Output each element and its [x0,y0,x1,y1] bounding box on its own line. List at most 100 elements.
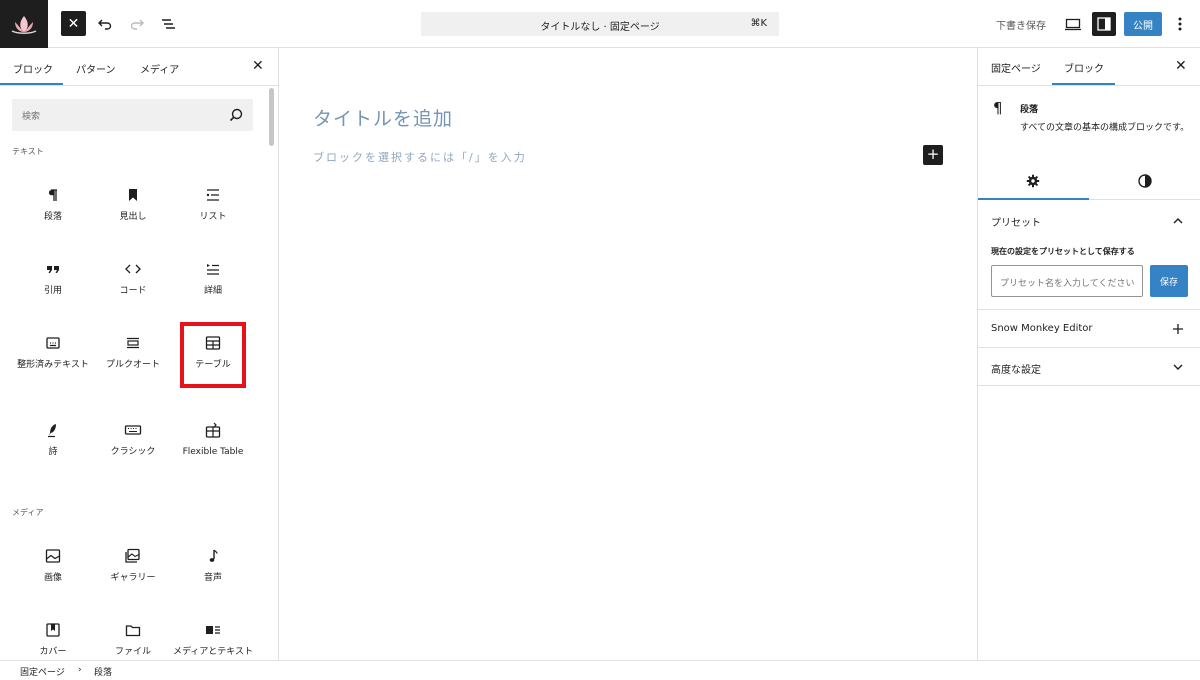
image-icon [45,549,61,563]
document-overview-button[interactable] [154,10,182,38]
block-paragraph[interactable]: 段落 [13,185,93,224]
verse-icon [48,424,56,438]
search-icon [229,108,243,122]
category-media-heading: メディア [12,508,44,517]
breadcrumb: 固定ページ › 段落 [0,660,1200,680]
preformatted-icon [46,337,60,349]
lotus-logo-icon [11,16,37,34]
folder-icon [125,625,141,637]
preset-save-button[interactable]: 保存 [1150,265,1188,297]
command-palette-bar[interactable]: タイトルなし · 固定ページ ⌘K [421,12,779,36]
snow-monkey-panel[interactable]: Snow Monkey Editor [978,310,1200,348]
undo-button[interactable] [91,10,119,38]
block-gallery[interactable]: ギャラリー [93,546,173,585]
list-icon [206,189,219,201]
block-cover[interactable]: カバー [13,620,93,659]
table-block-highlight [180,322,246,388]
document-title: タイトルなし · 固定ページ [540,22,660,33]
publish-button[interactable]: 公開 [1124,12,1162,36]
options-menu-button[interactable] [1172,14,1188,34]
audio-icon [209,549,218,562]
chevron-up-icon[interactable] [1171,214,1185,228]
block-flexible-table[interactable]: Flexible Table [173,420,253,459]
block-code[interactable]: コード [93,259,173,298]
chevron-right-icon: › [78,665,82,675]
chevron-down-icon [1173,364,1183,370]
redo-button[interactable] [123,10,151,38]
pullquote-icon [127,337,139,349]
preset-name-input[interactable]: プリセット名を入力してください [991,265,1143,297]
shortcut-hint: ⌘K [750,18,767,29]
sidebar-icon [1097,17,1111,31]
tab-patterns[interactable]: パターン [76,61,116,76]
gear-icon[interactable] [1025,173,1041,189]
list-view-icon [162,19,175,29]
close-inserter-button[interactable]: ✕ [61,11,86,36]
preview-button[interactable] [1064,14,1082,34]
save-draft-button[interactable]: 下書き保存 [996,17,1046,32]
code-icon [125,264,141,274]
block-media-text[interactable]: メディアとテキスト [173,620,253,659]
active-tab-indicator [0,83,63,85]
advanced-panel[interactable]: 高度な設定 [978,348,1200,386]
block-inserter-panel: ブロック パターン メディア ✕ 検索 テキスト 段落 見出し リスト 引用 コ… [0,48,279,660]
block-audio[interactable]: 音声 [173,546,253,585]
block-details[interactable]: 詳細 [173,259,253,298]
breadcrumb-item-paragraph[interactable]: 段落 [94,665,112,678]
preset-label: 現在の設定をプリセットとして保存する [991,247,1135,256]
block-quote[interactable]: 引用 [13,259,93,298]
plus-icon [1173,324,1183,334]
tab-block[interactable]: ブロック [1064,60,1104,75]
category-text-heading: テキスト [12,147,44,156]
quote-icon [47,266,59,273]
cover-icon [46,623,60,637]
inserter-tabs: ブロック パターン メディア ✕ [0,48,278,86]
paragraph-icon [48,189,57,201]
close-icon[interactable]: ✕ [1175,58,1187,74]
flexible-table-icon [205,422,221,438]
block-preformatted[interactable]: 整形済みテキスト [13,333,93,372]
block-type-name: 段落 [1020,105,1039,115]
block-pullquote[interactable]: プルクオート [93,333,173,372]
block-image[interactable]: 画像 [13,546,93,585]
active-tab-indicator [1052,83,1115,85]
editor-canvas: タイトルを追加 ブロックを選択するには「/」を入力 + [279,48,977,660]
add-block-button[interactable]: + [923,145,943,165]
block-type-description: すべての文章の基本の構成ブロックです。 [1020,123,1190,133]
search-placeholder: 検索 [22,112,41,122]
settings-toggle-button[interactable] [1092,12,1116,36]
tab-media[interactable]: メディア [140,61,179,76]
site-logo[interactable] [0,0,48,48]
post-title-input[interactable]: タイトルを追加 [313,104,453,131]
gallery-icon [125,548,140,563]
block-search-input[interactable]: 検索 [12,99,253,131]
preset-panel-title[interactable]: プリセット [991,214,1041,229]
block-file[interactable]: ファイル [93,620,173,659]
tab-page[interactable]: 固定ページ [991,60,1041,75]
block-classic[interactable]: クラシック [93,420,173,459]
paragraph-icon: ¶ [993,99,1003,117]
close-icon[interactable]: ✕ [252,58,264,74]
block-settings-tabs [978,164,1200,200]
block-verse[interactable]: 詩 [13,420,93,459]
tab-blocks[interactable]: ブロック [13,61,53,76]
redo-icon [130,19,144,30]
classic-icon [124,425,142,435]
paragraph-block[interactable]: ブロックを選択するには「/」を入力 [313,149,527,165]
settings-tabs: 固定ページ ブロック ✕ [978,48,1200,86]
more-vertical-icon [1178,17,1182,31]
styles-icon[interactable] [1137,173,1153,189]
snow-monkey-title: Snow Monkey Editor [991,323,1093,334]
desktop-icon [1065,18,1081,31]
settings-sidebar: 固定ページ ブロック ✕ ¶ 段落 すべての文章の基本の構成ブロックです。 プリ… [977,48,1200,660]
advanced-title: 高度な設定 [991,365,1041,376]
breadcrumb-item-page[interactable]: 固定ページ [20,665,65,678]
heading-icon [129,189,137,201]
block-heading[interactable]: 見出し [93,185,173,224]
top-toolbar: ✕ タイトルなし · 固定ページ ⌘K 下書き保存 公開 [0,0,1200,48]
undo-icon [98,19,112,30]
details-icon [207,264,219,275]
inserter-scrollbar[interactable] [269,88,274,146]
media-text-icon [206,626,220,634]
block-list[interactable]: リスト [173,185,253,224]
